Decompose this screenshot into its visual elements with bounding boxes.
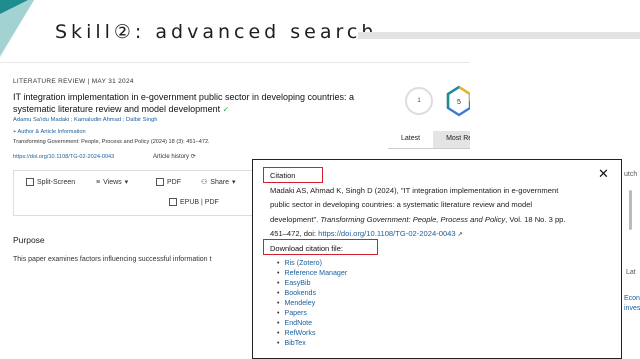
citation-count-badge[interactable]: 1 xyxy=(405,87,433,115)
purpose-text: This paper examines factors influencing … xyxy=(13,256,212,263)
title-rule xyxy=(358,32,640,39)
views-label: Views xyxy=(103,178,122,186)
article-authors[interactable]: Adamu Sa'idu Madaki ; Kamaludin Ahmad ; … xyxy=(13,117,158,123)
pdf-label: PDF xyxy=(167,178,181,186)
views-button[interactable]: ≡ Views ▾ xyxy=(96,178,129,187)
epub-pdf-button[interactable]: EPUB | PDF xyxy=(169,198,219,206)
citation-line-1: Madaki AS, Ahmad K, Singh D (2024), "IT … xyxy=(270,186,559,195)
corner-decoration xyxy=(0,0,34,58)
peek-text-c[interactable]: Econ xyxy=(624,295,640,302)
tab-bar: Latest Most Re xyxy=(388,131,470,149)
tab-latest[interactable]: Latest xyxy=(388,131,433,148)
pdf-icon xyxy=(156,178,164,186)
altmetric-donut[interactable]: 5 xyxy=(445,85,470,117)
citation-pages: 451–472, doi: xyxy=(270,228,319,238)
tab-most-read[interactable]: Most Re xyxy=(433,131,470,148)
article-journal: Transforming Government: People, Process… xyxy=(13,139,210,145)
format-papers[interactable]: Papers xyxy=(277,308,347,318)
article-doi-link[interactable]: https://doi.org/10.1108/TG-02-2024-0043 xyxy=(13,154,114,160)
format-mendeley[interactable]: Mendeley xyxy=(277,298,347,308)
format-endnote[interactable]: EndNote xyxy=(277,318,347,328)
share-button[interactable]: ⚇ Share ▾ xyxy=(201,178,236,187)
article-history-link[interactable]: Article history ⟳ xyxy=(153,153,196,160)
split-screen-label: Split-Screen xyxy=(37,178,76,186)
background-peek: utch Lat Econ inves xyxy=(622,159,640,359)
share-chevron-icon: ▾ xyxy=(231,179,236,186)
format-bibtex[interactable]: BibTex xyxy=(277,338,347,348)
share-label: Share xyxy=(210,178,229,186)
article-toolbar: Split-Screen ≡ Views ▾ PDF ⚇ Share ▾ EPU… xyxy=(13,170,253,216)
article-title-text: IT integration implementation in e-gover… xyxy=(13,92,355,114)
slide-title: Skill②: advanced search xyxy=(55,21,378,43)
peek-text-d[interactable]: inves xyxy=(624,305,640,312)
article-title: IT integration implementation in e-gover… xyxy=(13,91,378,116)
download-highlight-box xyxy=(263,239,378,255)
split-screen-button[interactable]: Split-Screen xyxy=(26,178,75,186)
format-easybib[interactable]: EasyBib xyxy=(277,278,347,288)
pdf-button[interactable]: PDF xyxy=(156,178,181,186)
article-meta: LITERATURE REVIEW | MAY 31 2024 xyxy=(13,78,134,85)
article-history-label: Article history xyxy=(153,154,190,160)
peek-text-a: utch xyxy=(624,171,638,178)
author-info-link[interactable]: + Author & Article Information xyxy=(13,129,86,135)
altmetric-score: 5 xyxy=(457,99,461,106)
peek-text-b: Lat xyxy=(626,269,636,276)
format-ris-zotero[interactable]: Ris (Zotero) xyxy=(277,258,347,268)
citation-dialog: Citation ✕ Madaki AS, Ahmad K, Singh D (… xyxy=(252,159,622,359)
close-icon[interactable]: ✕ xyxy=(598,166,609,182)
epub-icon xyxy=(169,198,177,206)
citation-volume: , Vol. 18 No. 3 pp. xyxy=(505,214,566,224)
share-icon: ⚇ xyxy=(201,179,208,186)
background-scrollbar[interactable] xyxy=(629,190,632,230)
citation-line-2: public sector in developing countries: a… xyxy=(270,200,533,210)
format-reference-manager[interactable]: Reference Manager xyxy=(277,268,347,278)
format-bookends[interactable]: Bookends xyxy=(277,288,347,298)
citation-highlight-box xyxy=(263,167,323,183)
purpose-heading: Purpose xyxy=(13,235,45,245)
external-link-icon: ↗ xyxy=(457,231,463,238)
menu-icon: ≡ xyxy=(96,178,101,186)
citation-text: Madaki AS, Ahmad K, Singh D (2024), "IT … xyxy=(270,184,600,242)
citation-line-3a: development". xyxy=(270,214,321,224)
chevron-down-icon: ▾ xyxy=(124,179,129,186)
citation-doi-link[interactable]: https://doi.org/10.1108/TG-02-2024-0043 xyxy=(318,229,455,238)
clock-icon: ⟳ xyxy=(190,154,196,160)
split-screen-icon xyxy=(26,178,34,186)
format-refworks[interactable]: RefWorks xyxy=(277,328,347,338)
epub-label: EPUB | PDF xyxy=(180,198,219,206)
citation-format-list: Ris (Zotero) Reference Manager EasyBib B… xyxy=(277,258,347,348)
citation-journal: Transforming Government: People, Process… xyxy=(320,214,506,224)
check-icon: ✓ xyxy=(222,105,230,114)
